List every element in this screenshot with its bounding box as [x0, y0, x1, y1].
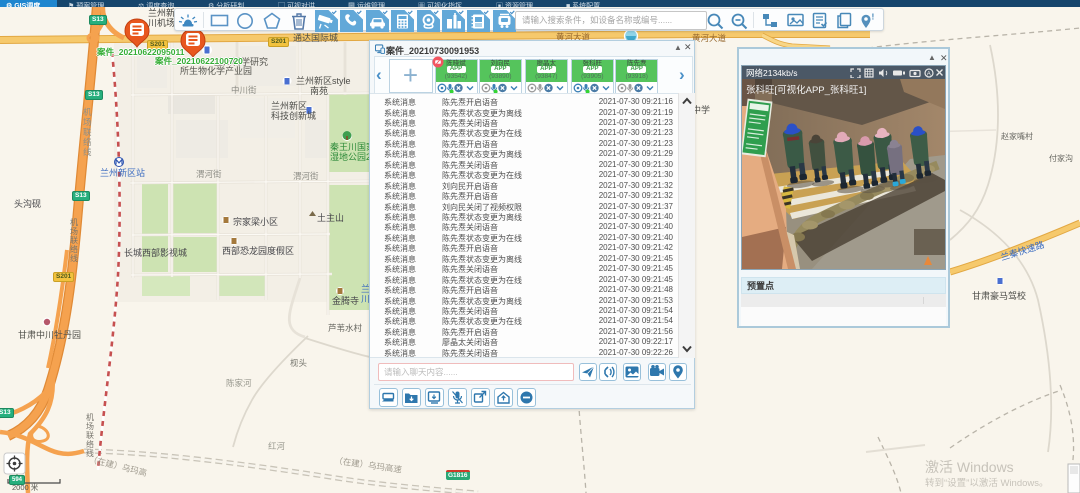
svg-text:A: A — [927, 71, 931, 77]
svg-text:!: ! — [872, 12, 875, 22]
